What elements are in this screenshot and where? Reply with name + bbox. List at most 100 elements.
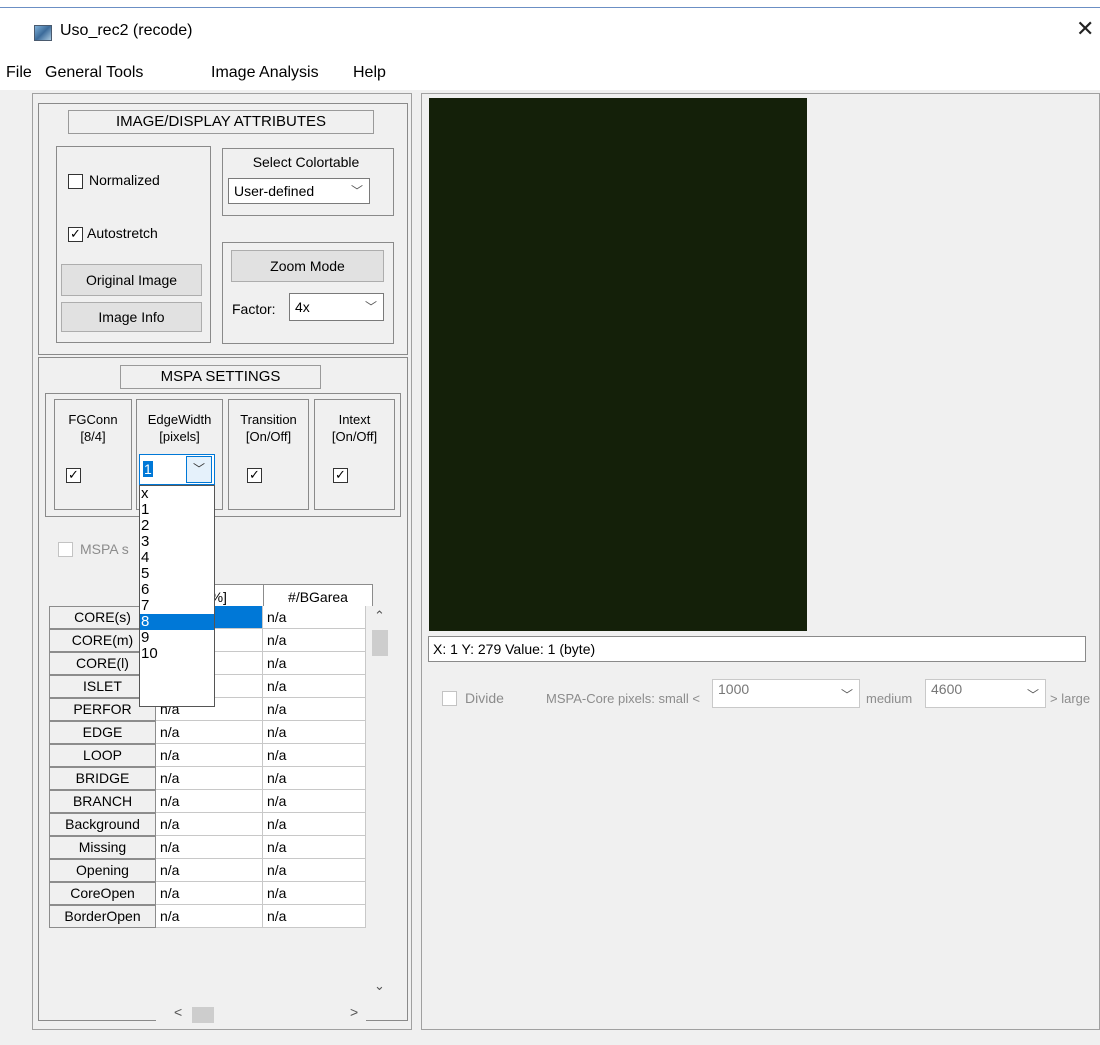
row-label: BRANCH (49, 790, 156, 813)
transition-sublabel: [On/Off] (245, 429, 292, 444)
table-cell-bgarea[interactable]: n/a (263, 698, 366, 721)
table-cell-bgarea[interactable]: n/a (263, 629, 366, 652)
menu-file[interactable]: File (6, 64, 32, 82)
mspa-s-label: MSPA s (80, 541, 129, 557)
edgewidth-dropdown-list[interactable]: x 1 2 3 4 5 6 7 8 9 10 (139, 485, 215, 707)
table-cell-bgarea[interactable]: n/a (263, 767, 366, 790)
chevron-down-icon: ﹀ (840, 688, 853, 702)
menu-bar: File General Tools Image Analysis Help (0, 58, 1100, 90)
table-cell-bgarea[interactable]: n/a (263, 606, 366, 629)
small-threshold-value: 1000 (718, 681, 750, 697)
menu-image-analysis[interactable]: Image Analysis (211, 64, 319, 82)
factor-label: Factor: (232, 301, 276, 317)
table-cell-data-pct[interactable]: n/a (156, 859, 263, 882)
edgewidth-option[interactable]: 9 (140, 630, 214, 646)
scroll-left-icon[interactable]: < (174, 1004, 182, 1020)
zoom-mode-button[interactable]: Zoom Mode (231, 250, 384, 282)
table-cell-bgarea[interactable]: n/a (263, 721, 366, 744)
menu-general-tools[interactable]: General Tools (45, 64, 143, 82)
menu-help[interactable]: Help (353, 64, 386, 82)
chevron-down-icon: ﹀ (350, 184, 363, 198)
mspa-s-checkbox[interactable] (58, 542, 73, 557)
row-label: EDGE (49, 721, 156, 744)
table-cell-bgarea[interactable]: n/a (263, 675, 366, 698)
image-canvas[interactable] (429, 98, 807, 631)
table-cell-data-pct[interactable]: n/a (156, 721, 263, 744)
table-cell-bgarea[interactable]: n/a (263, 882, 366, 905)
autostretch-label: Autostretch (87, 225, 158, 241)
table-cell-data-pct[interactable]: n/a (156, 790, 263, 813)
normalized-label: Normalized (89, 172, 160, 188)
app-icon (34, 25, 52, 41)
table-cell-bgarea[interactable]: n/a (263, 652, 366, 675)
row-label: Background (49, 813, 156, 836)
edgewidth-option[interactable]: 3 (140, 534, 214, 550)
edgewidth-select[interactable]: 1 ﹀ (139, 454, 215, 485)
row-label: BRIDGE (49, 767, 156, 790)
divide-checkbox[interactable] (442, 691, 457, 706)
zoom-factor-select[interactable]: 4x ﹀ (289, 293, 384, 321)
vertical-scroll-thumb[interactable] (372, 630, 388, 656)
vertical-scrollbar[interactable]: ⌃ ⌄ (366, 606, 392, 1001)
original-image-button[interactable]: Original Image (61, 264, 202, 296)
autostretch-checkbox[interactable]: ✓ (68, 227, 83, 242)
edgewidth-sublabel: [pixels] (159, 429, 200, 444)
table-cell-data-pct[interactable]: n/a (156, 905, 263, 928)
table-cell-bgarea[interactable]: n/a (263, 790, 366, 813)
edgewidth-option[interactable]: 7 (140, 598, 214, 614)
table-cell-data-pct[interactable]: n/a (156, 882, 263, 905)
edgewidth-option[interactable]: 6 (140, 582, 214, 598)
row-label: Opening (49, 859, 156, 882)
table-cell-bgarea[interactable]: n/a (263, 744, 366, 767)
col-header-bgarea: #/BGarea (263, 584, 373, 608)
pixel-info-status: X: 1 Y: 279 Value: 1 (byte) (428, 636, 1086, 662)
table-cell-bgarea[interactable]: n/a (263, 836, 366, 859)
table-cell-data-pct[interactable]: n/a (156, 744, 263, 767)
image-info-button[interactable]: Image Info (61, 302, 202, 332)
edgewidth-option[interactable]: 4 (140, 550, 214, 566)
fgconn-label: FGConn (68, 412, 118, 427)
image-display-title: IMAGE/DISPLAY ATTRIBUTES (68, 110, 374, 134)
table-cell-bgarea[interactable]: n/a (263, 859, 366, 882)
mspa-settings-title: MSPA SETTINGS (120, 365, 321, 389)
table-cell-data-pct[interactable]: n/a (156, 836, 263, 859)
medium-label: medium (866, 691, 913, 706)
medium-threshold-value: 4600 (931, 681, 963, 697)
large-label: > large (1050, 691, 1091, 706)
intext-label: Intext (338, 412, 371, 427)
chevron-down-icon[interactable]: ﹀ (186, 456, 212, 483)
scroll-right-icon[interactable]: > (350, 1004, 358, 1020)
edgewidth-option[interactable]: 10 (140, 646, 214, 662)
row-label: BorderOpen (49, 905, 156, 928)
table-cell-data-pct[interactable]: n/a (156, 767, 263, 790)
table-cell-bgarea[interactable]: n/a (263, 813, 366, 836)
edgewidth-option[interactable]: 1 (140, 502, 214, 518)
table-cell-data-pct[interactable]: n/a (156, 813, 263, 836)
fgconn-checkbox[interactable]: ✓ (66, 468, 81, 483)
row-label: CoreOpen (49, 882, 156, 905)
horizontal-scroll-thumb[interactable] (192, 1007, 214, 1023)
intext-sublabel: [On/Off] (331, 429, 378, 444)
window-top-edge (0, 0, 1100, 8)
scroll-up-icon[interactable]: ⌃ (374, 608, 385, 624)
core-pixels-label: MSPA-Core pixels: small < (546, 691, 700, 706)
transition-checkbox[interactable]: ✓ (247, 468, 262, 483)
chevron-down-icon: ﹀ (364, 300, 377, 314)
edgewidth-option[interactable]: 8 (140, 614, 214, 630)
edgewidth-option[interactable]: x (140, 486, 214, 502)
edgewidth-option[interactable]: 2 (140, 518, 214, 534)
medium-threshold-select[interactable]: 4600 ﹀ (925, 679, 1046, 708)
normalized-checkbox[interactable] (68, 174, 83, 189)
row-label: LOOP (49, 744, 156, 767)
small-threshold-select[interactable]: 1000 ﹀ (712, 679, 860, 708)
colortable-select[interactable]: User-defined ﹀ (228, 178, 370, 204)
edgewidth-option[interactable]: 5 (140, 566, 214, 582)
row-label: Missing (49, 836, 156, 859)
window-title: Uso_rec2 (recode) (60, 22, 193, 39)
close-icon[interactable]: ✕ (1076, 18, 1094, 40)
colortable-value: User-defined (234, 183, 315, 199)
table-cell-bgarea[interactable]: n/a (263, 905, 366, 928)
intext-checkbox[interactable]: ✓ (333, 468, 348, 483)
horizontal-scrollbar[interactable]: < > (156, 1001, 366, 1027)
scroll-down-icon[interactable]: ⌄ (374, 978, 385, 994)
